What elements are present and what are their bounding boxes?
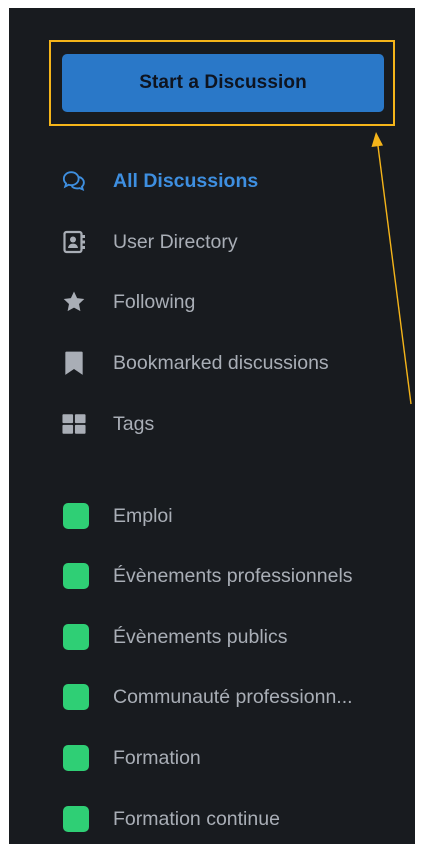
tag-color-swatch bbox=[63, 745, 89, 771]
tag-item-evenements-professionnels[interactable]: Évènements professionnels bbox=[9, 556, 415, 596]
tag-label: Évènements professionnels bbox=[113, 564, 353, 587]
tag-label: Formation bbox=[113, 746, 201, 769]
comments-icon bbox=[62, 169, 86, 193]
tag-label: Formation continue bbox=[113, 807, 280, 830]
tag-item-emploi[interactable]: Emploi bbox=[9, 496, 415, 536]
nav-item-tags[interactable]: Tags bbox=[9, 404, 415, 444]
tag-color-swatch bbox=[63, 624, 89, 650]
address-card-icon bbox=[62, 230, 86, 254]
sidebar-panel: Start a Discussion All Discussions User … bbox=[9, 8, 415, 844]
bookmark-icon bbox=[62, 351, 86, 375]
start-discussion-button[interactable]: Start a Discussion bbox=[62, 54, 384, 112]
nav-label: Bookmarked discussions bbox=[113, 351, 329, 374]
tag-item-evenements-publics[interactable]: Évènements publics bbox=[9, 617, 415, 657]
grid-icon bbox=[62, 412, 86, 436]
nav-item-bookmarked[interactable]: Bookmarked discussions bbox=[9, 343, 415, 383]
tag-label: Emploi bbox=[113, 504, 173, 527]
nav-item-user-directory[interactable]: User Directory bbox=[9, 222, 415, 262]
nav-item-all-discussions[interactable]: All Discussions bbox=[9, 161, 415, 201]
tag-color-swatch bbox=[63, 563, 89, 589]
nav-label: All Discussions bbox=[113, 169, 259, 192]
tag-label: Communauté professionn... bbox=[113, 685, 353, 708]
nav-label: Following bbox=[113, 290, 196, 313]
highlight-box: Start a Discussion bbox=[49, 40, 395, 126]
nav-item-following[interactable]: Following bbox=[9, 282, 415, 322]
tag-color-swatch bbox=[63, 806, 89, 832]
tag-item-formation-continue[interactable]: Formation continue bbox=[9, 799, 415, 839]
tag-item-communaute-professionnelle[interactable]: Communauté professionn... bbox=[9, 677, 415, 717]
tag-item-formation[interactable]: Formation bbox=[9, 738, 415, 778]
nav-label: User Directory bbox=[113, 230, 238, 253]
star-icon bbox=[62, 290, 86, 314]
tag-color-swatch bbox=[63, 503, 89, 529]
tag-color-swatch bbox=[63, 684, 89, 710]
tag-label: Évènements publics bbox=[113, 625, 288, 648]
nav-label: Tags bbox=[113, 412, 155, 435]
